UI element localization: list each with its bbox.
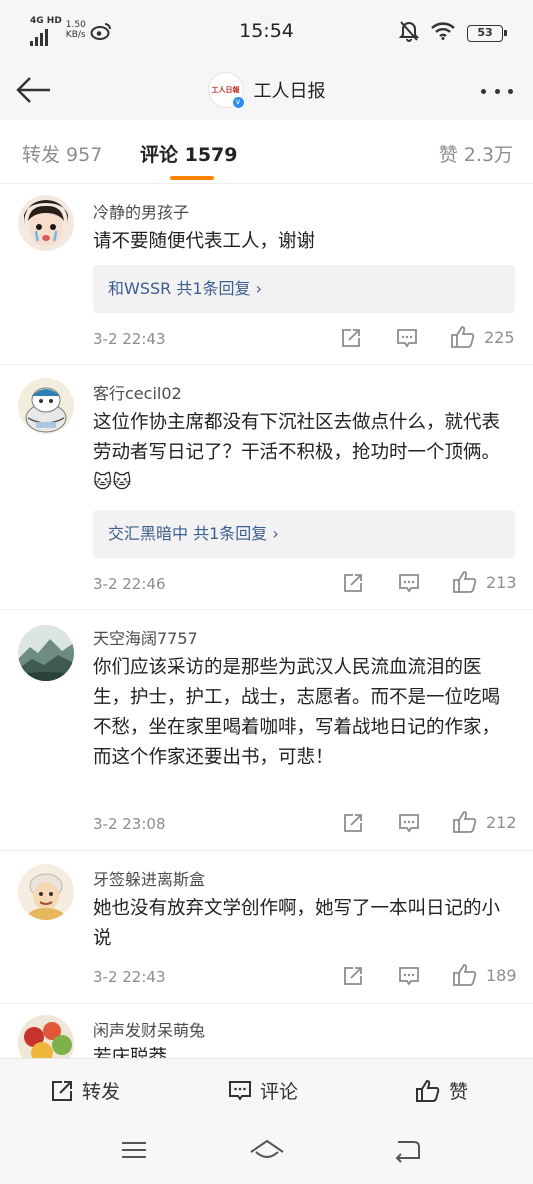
comment-icon: [397, 329, 417, 348]
status-bar: 4G HD 1.50 KB/s 15:54 53: [0, 0, 533, 62]
reply-comment-button[interactable]: [396, 327, 418, 349]
comment-item: 客行cecil02 这位作协主席都没有下沉社区去做点什么，就代表劳动者写日记了？…: [0, 366, 533, 610]
comment-time: 3-2 22:46: [93, 575, 166, 593]
tab-forward[interactable]: 转发 957: [22, 140, 102, 167]
comment-item: 冷静的男孩子 请不要随便代表工人，谢谢 和WSSR 共1条回复 › 3-2 22…: [0, 185, 533, 365]
home-button[interactable]: [248, 1138, 286, 1168]
avatar[interactable]: [18, 378, 74, 434]
avatar[interactable]: [18, 625, 74, 681]
logo-text: 工人日報: [211, 86, 240, 94]
forward-label: 转发: [82, 1081, 121, 1103]
share-icon: [52, 1080, 72, 1101]
comment-icon: [399, 814, 419, 833]
reply-comment-button[interactable]: [398, 812, 420, 834]
reply-comment-button[interactable]: [398, 572, 420, 594]
like-count: 212: [486, 812, 517, 832]
thumbs-up-icon: [416, 1079, 440, 1102]
battery-level: 53: [477, 25, 493, 39]
like-count: 225: [484, 327, 515, 347]
share-icon: [344, 967, 362, 985]
like-label: 赞: [449, 1081, 469, 1103]
avatar[interactable]: [18, 195, 74, 251]
dot-icon: [508, 88, 513, 94]
comment-time: 3-2 23:08: [93, 815, 166, 833]
forward-button[interactable]: 转发: [50, 1077, 120, 1104]
forward-comment-button[interactable]: [342, 965, 364, 987]
tab-bar: 转发 957 评论 1579 赞 2.3万: [0, 120, 533, 184]
comment-label: 评论: [260, 1081, 299, 1103]
comment-author[interactable]: 冷静的男孩子: [93, 199, 189, 223]
recent-apps-button[interactable]: [120, 1138, 148, 1166]
forward-comment-button[interactable]: [340, 327, 362, 349]
comment-icon: [399, 967, 419, 986]
share-icon: [344, 814, 362, 832]
like-comment-button[interactable]: 189: [452, 963, 517, 987]
like-button[interactable]: 赞: [415, 1077, 468, 1104]
like-count: 213: [486, 572, 517, 592]
battery-icon: 53: [467, 24, 507, 42]
top-navigation: 工人日報 v 工人日报: [0, 62, 533, 120]
status-right: 53: [398, 20, 507, 46]
share-icon: [342, 329, 360, 347]
wifi-icon: [431, 22, 455, 44]
comment-author[interactable]: 客行cecil02: [93, 380, 182, 404]
comment-time: 3-2 22:43: [93, 968, 166, 986]
thumbs-up-icon: [451, 326, 475, 348]
comment-button[interactable]: 评论: [228, 1077, 298, 1104]
account-avatar[interactable]: 工人日報 v: [207, 72, 245, 109]
comment-text: 你们应该采访的是那些为武汉人民流血流泪的医生，护士，护工，战士，志愿者。而不是一…: [93, 657, 501, 768]
back-icon: [395, 1141, 420, 1163]
more-options-button[interactable]: [477, 76, 517, 106]
comment-item: 闲声发财呆萌兔 若庆聪莽: [0, 1005, 533, 1058]
avatar[interactable]: [18, 1015, 74, 1058]
forward-comment-button[interactable]: [342, 572, 364, 594]
reply-comment-button[interactable]: [398, 965, 420, 987]
reply-preview[interactable]: 和WSSR 共1条回复 ›: [93, 265, 515, 313]
dot-icon: [494, 88, 500, 94]
account-title[interactable]: 工人日报: [254, 77, 326, 103]
comment-icon: [399, 574, 419, 593]
reply-preview[interactable]: 交汇黑暗中 共1条回复 ›: [93, 510, 515, 558]
comment-author[interactable]: 闲声发财呆萌兔: [93, 1017, 205, 1041]
comment-time: 3-2 22:43: [93, 330, 166, 348]
like-comment-button[interactable]: 212: [452, 810, 517, 834]
comment-author[interactable]: 牙签躲进离斯盒: [93, 866, 205, 890]
comment-text: 她也没有放弃文学创作啊，她写了一本叫日记的小说: [93, 898, 501, 949]
comment-icon: [229, 1080, 251, 1101]
tab-comments[interactable]: 评论 1579: [140, 140, 238, 167]
bottom-action-bar: 转发 评论 赞: [0, 1058, 533, 1120]
forward-comment-button[interactable]: [342, 812, 364, 834]
system-back-button[interactable]: [392, 1138, 422, 1168]
share-icon: [344, 574, 362, 592]
thumbs-up-icon: [453, 571, 477, 593]
comment-text: 若庆聪莽: [93, 1047, 168, 1058]
thumbs-up-icon: [453, 964, 477, 986]
like-comment-button[interactable]: 213: [452, 570, 517, 594]
tab-likes[interactable]: 赞 2.3万: [439, 140, 513, 167]
comment-item: 牙签躲进离斯盒 她也没有放弃文学创作啊，她写了一本叫日记的小说 3-2 22:4…: [0, 852, 533, 1004]
thumbs-up-icon: [453, 811, 477, 833]
verified-badge-icon: v: [231, 96, 245, 109]
menu-icon: [122, 1142, 146, 1158]
like-comment-button[interactable]: 225: [450, 325, 515, 349]
avatar[interactable]: [18, 864, 74, 920]
comment-text: 请不要随便代表工人，谢谢: [93, 231, 316, 252]
home-icon: [250, 1139, 284, 1158]
account-header[interactable]: 工人日報 v 工人日报: [0, 72, 533, 109]
comment-item: 天空海阔7757 你们应该采访的是那些为武汉人民流血流泪的医生，护士，护工，战士…: [0, 611, 533, 851]
like-count: 189: [486, 965, 517, 985]
bell-muted-icon: [398, 20, 420, 46]
system-navigation-bar: [0, 1120, 533, 1184]
dot-icon: [481, 88, 486, 94]
active-tab-indicator: [170, 176, 214, 180]
comment-text: 这位作协主席都没有下沉社区去做点什么，就代表劳动者写日记了？干活不积极，抢功时一…: [93, 412, 501, 493]
comment-author[interactable]: 天空海阔7757: [93, 625, 198, 649]
